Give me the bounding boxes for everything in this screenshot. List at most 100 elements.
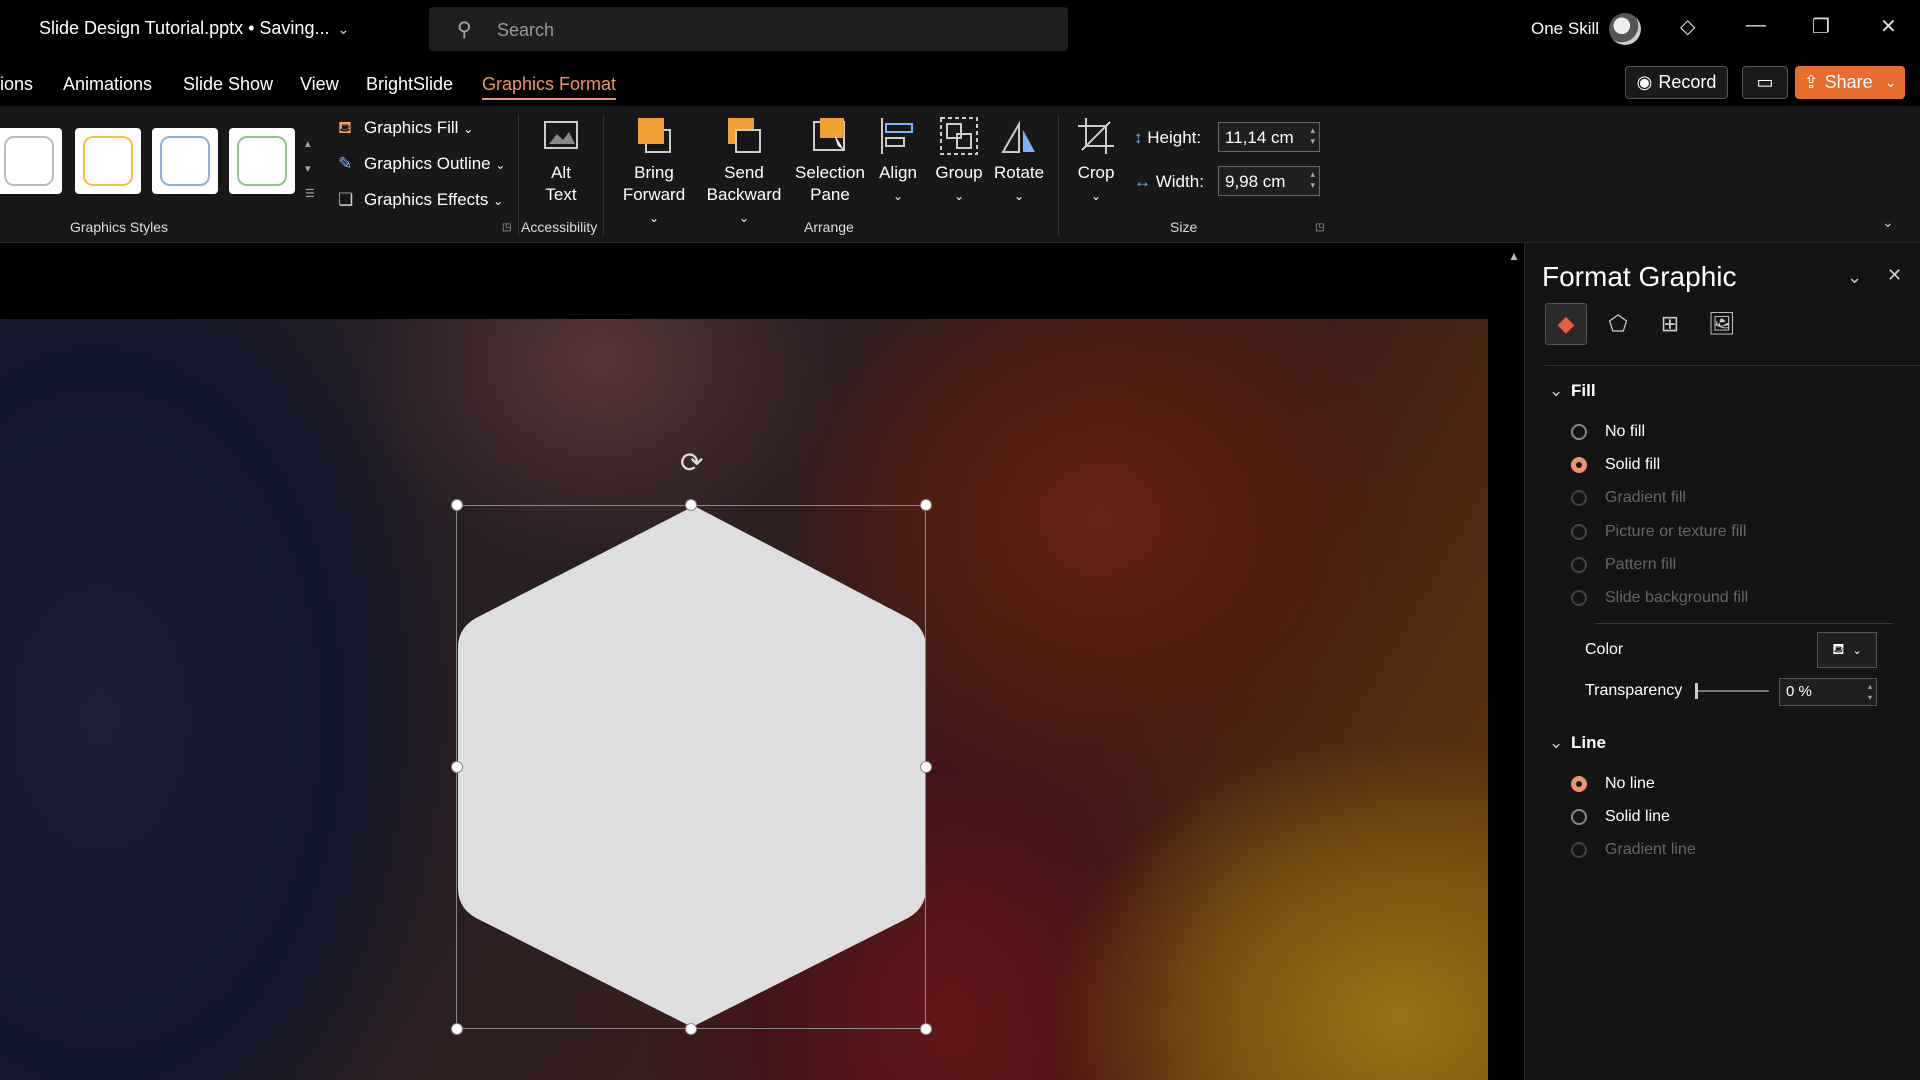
- resize-handle[interactable]: [920, 761, 932, 773]
- tab-graphics-format[interactable]: Graphics Format: [482, 74, 617, 100]
- minimize-icon[interactable]: —: [1746, 14, 1766, 37]
- chevron-down-icon[interactable]: ⌄: [1847, 267, 1862, 288]
- alt-text-button[interactable]: Alt Text: [538, 116, 584, 206]
- record-button[interactable]: ◉ Record: [1625, 66, 1728, 99]
- transparency-slider-thumb[interactable]: [1695, 683, 1698, 699]
- title-bar: Slide Design Tutorial.pptx • Saving... ⌄ …: [0, 0, 1920, 58]
- resize-handle[interactable]: [920, 1023, 932, 1035]
- width-field[interactable]: 9,98 cm ▴ ▾: [1218, 166, 1320, 196]
- radio-button[interactable]: [1571, 457, 1587, 473]
- group-separator: [603, 114, 604, 236]
- comments-button[interactable]: ▭: [1742, 66, 1788, 99]
- graphics-outline-button[interactable]: ✎ Graphics Outline ⌄: [338, 154, 505, 174]
- resize-handle[interactable]: [685, 499, 697, 511]
- fill-line-tab-icon[interactable]: ◆: [1545, 303, 1587, 345]
- chevron-down-icon[interactable]: ⌄: [337, 21, 349, 37]
- dialog-launcher-icon[interactable]: ◳: [1315, 222, 1324, 233]
- tab-transitions[interactable]: ions: [0, 74, 33, 95]
- fill-section-header[interactable]: ⌄ Fill: [1549, 381, 1596, 401]
- rotate-handle-icon[interactable]: ⟳: [680, 446, 703, 479]
- graphics-fill-button[interactable]: ⛾ Graphics Fill ⌄: [338, 118, 473, 140]
- fill-option[interactable]: Slide background fill: [1571, 589, 1748, 607]
- radio-button[interactable]: [1571, 557, 1587, 573]
- resize-handle[interactable]: [451, 761, 463, 773]
- ribbon: ▴ ▾ ☰ ⛾ Graphics Fill ⌄ ✎ Graphics Outline ⌄…: [0, 106, 1920, 243]
- graphic-style-3[interactable]: [152, 128, 218, 194]
- spinner-icon[interactable]: ▴ ▾: [1310, 169, 1315, 191]
- line-section-header[interactable]: ⌄ Line: [1549, 733, 1606, 753]
- radio-button[interactable]: [1571, 590, 1587, 606]
- share-button[interactable]: ⇪ Share ⌄: [1795, 66, 1905, 99]
- selection-pane-icon: [813, 118, 845, 151]
- height-field[interactable]: 11,14 cm ▴ ▾: [1218, 122, 1320, 152]
- bring-forward-icon: [638, 118, 671, 153]
- graphic-style-2[interactable]: [75, 128, 141, 194]
- group-button[interactable]: Group ⌄: [934, 116, 984, 207]
- tab-slide-show[interactable]: Slide Show: [183, 74, 273, 95]
- fill-option[interactable]: Picture or texture fill: [1571, 523, 1746, 541]
- width-icon: ↔: [1134, 172, 1151, 191]
- radio-button[interactable]: [1571, 424, 1587, 440]
- radio-button[interactable]: [1571, 809, 1587, 825]
- picture-tab-icon[interactable]: 🖼: [1701, 303, 1743, 345]
- search-box[interactable]: ⚲ Search: [429, 7, 1068, 51]
- fill-option[interactable]: Pattern fill: [1571, 556, 1676, 574]
- comment-icon: ▭: [1756, 72, 1774, 92]
- scroll-up-icon[interactable]: ▲: [1508, 249, 1520, 263]
- transparency-slider[interactable]: [1695, 690, 1769, 692]
- fill-option[interactable]: Gradient fill: [1571, 489, 1686, 507]
- resize-handle[interactable]: [451, 1023, 463, 1035]
- close-pane-icon[interactable]: ✕: [1887, 265, 1902, 286]
- spinner-icon[interactable]: ▴ ▾: [1868, 681, 1872, 703]
- restore-icon[interactable]: ❐: [1812, 14, 1830, 39]
- close-window-icon[interactable]: ✕: [1880, 14, 1897, 39]
- graphic-style-1[interactable]: [0, 128, 62, 194]
- crop-button[interactable]: Crop ⌄: [1074, 116, 1118, 207]
- share-icon: ⇪: [1803, 72, 1819, 92]
- rotate-button[interactable]: Rotate ⌄: [994, 116, 1044, 207]
- resize-handle[interactable]: [920, 499, 932, 511]
- vertical-scrollbar[interactable]: ▲: [1504, 243, 1524, 1080]
- radio-button[interactable]: [1571, 524, 1587, 540]
- dialog-launcher-icon[interactable]: ◳: [502, 222, 511, 233]
- effects-tab-icon[interactable]: ⬠: [1597, 303, 1639, 345]
- document-title[interactable]: Slide Design Tutorial.pptx • Saving... ⌄: [39, 18, 349, 39]
- resize-handle[interactable]: [685, 1023, 697, 1035]
- transparency-field[interactable]: 0 % ▴ ▾: [1779, 678, 1877, 706]
- crop-icon: [1078, 118, 1114, 154]
- selection-pane-button[interactable]: Selection Pane: [792, 116, 868, 206]
- line-option[interactable]: Gradient line: [1571, 841, 1696, 859]
- arrange-group-label: Arrange: [804, 219, 854, 235]
- graphic-style-4[interactable]: [229, 128, 295, 194]
- user-name[interactable]: One Skill: [1531, 19, 1599, 39]
- fill-bucket-icon: ⛾: [338, 118, 352, 137]
- group-icon: [940, 117, 978, 155]
- tab-view[interactable]: View: [300, 74, 339, 95]
- graphics-effects-button[interactable]: ❏ Graphics Effects ⌄: [338, 190, 503, 210]
- avatar[interactable]: [1609, 13, 1641, 45]
- radio-button[interactable]: [1571, 490, 1587, 506]
- fill-option[interactable]: Solid fill: [1571, 456, 1660, 474]
- line-option[interactable]: No line: [1571, 775, 1655, 793]
- bring-forward-button[interactable]: Bring Forward ⌄: [616, 116, 692, 229]
- radio-button[interactable]: [1571, 842, 1587, 858]
- spinner-icon[interactable]: ▴ ▾: [1310, 125, 1315, 147]
- diamond-icon[interactable]: ◇: [1680, 14, 1695, 39]
- ribbon-tabs: ions Animations Slide Show View BrightSl…: [0, 58, 1920, 106]
- tab-brightslide[interactable]: BrightSlide: [366, 74, 453, 95]
- search-placeholder: Search: [497, 20, 555, 40]
- align-button[interactable]: Align ⌄: [876, 116, 920, 207]
- color-picker-button[interactable]: ⛾ ⌄: [1817, 632, 1877, 668]
- graphics-styles-group-label: Graphics Styles: [70, 219, 169, 235]
- styles-gallery-scroll[interactable]: ▴ ▾ ☰: [305, 132, 315, 207]
- line-option[interactable]: Solid line: [1571, 808, 1670, 826]
- tab-animations[interactable]: Animations: [63, 74, 152, 95]
- chevron-down-icon: ⌄: [1884, 74, 1897, 90]
- size-properties-tab-icon[interactable]: ⊞: [1649, 303, 1691, 345]
- fill-option[interactable]: No fill: [1571, 423, 1645, 441]
- resize-handle[interactable]: [451, 499, 463, 511]
- group-separator: [518, 114, 519, 236]
- chevron-down-icon[interactable]: ⌄: [1882, 214, 1894, 231]
- radio-button[interactable]: [1571, 776, 1587, 792]
- send-backward-button[interactable]: Send Backward ⌄: [702, 116, 786, 229]
